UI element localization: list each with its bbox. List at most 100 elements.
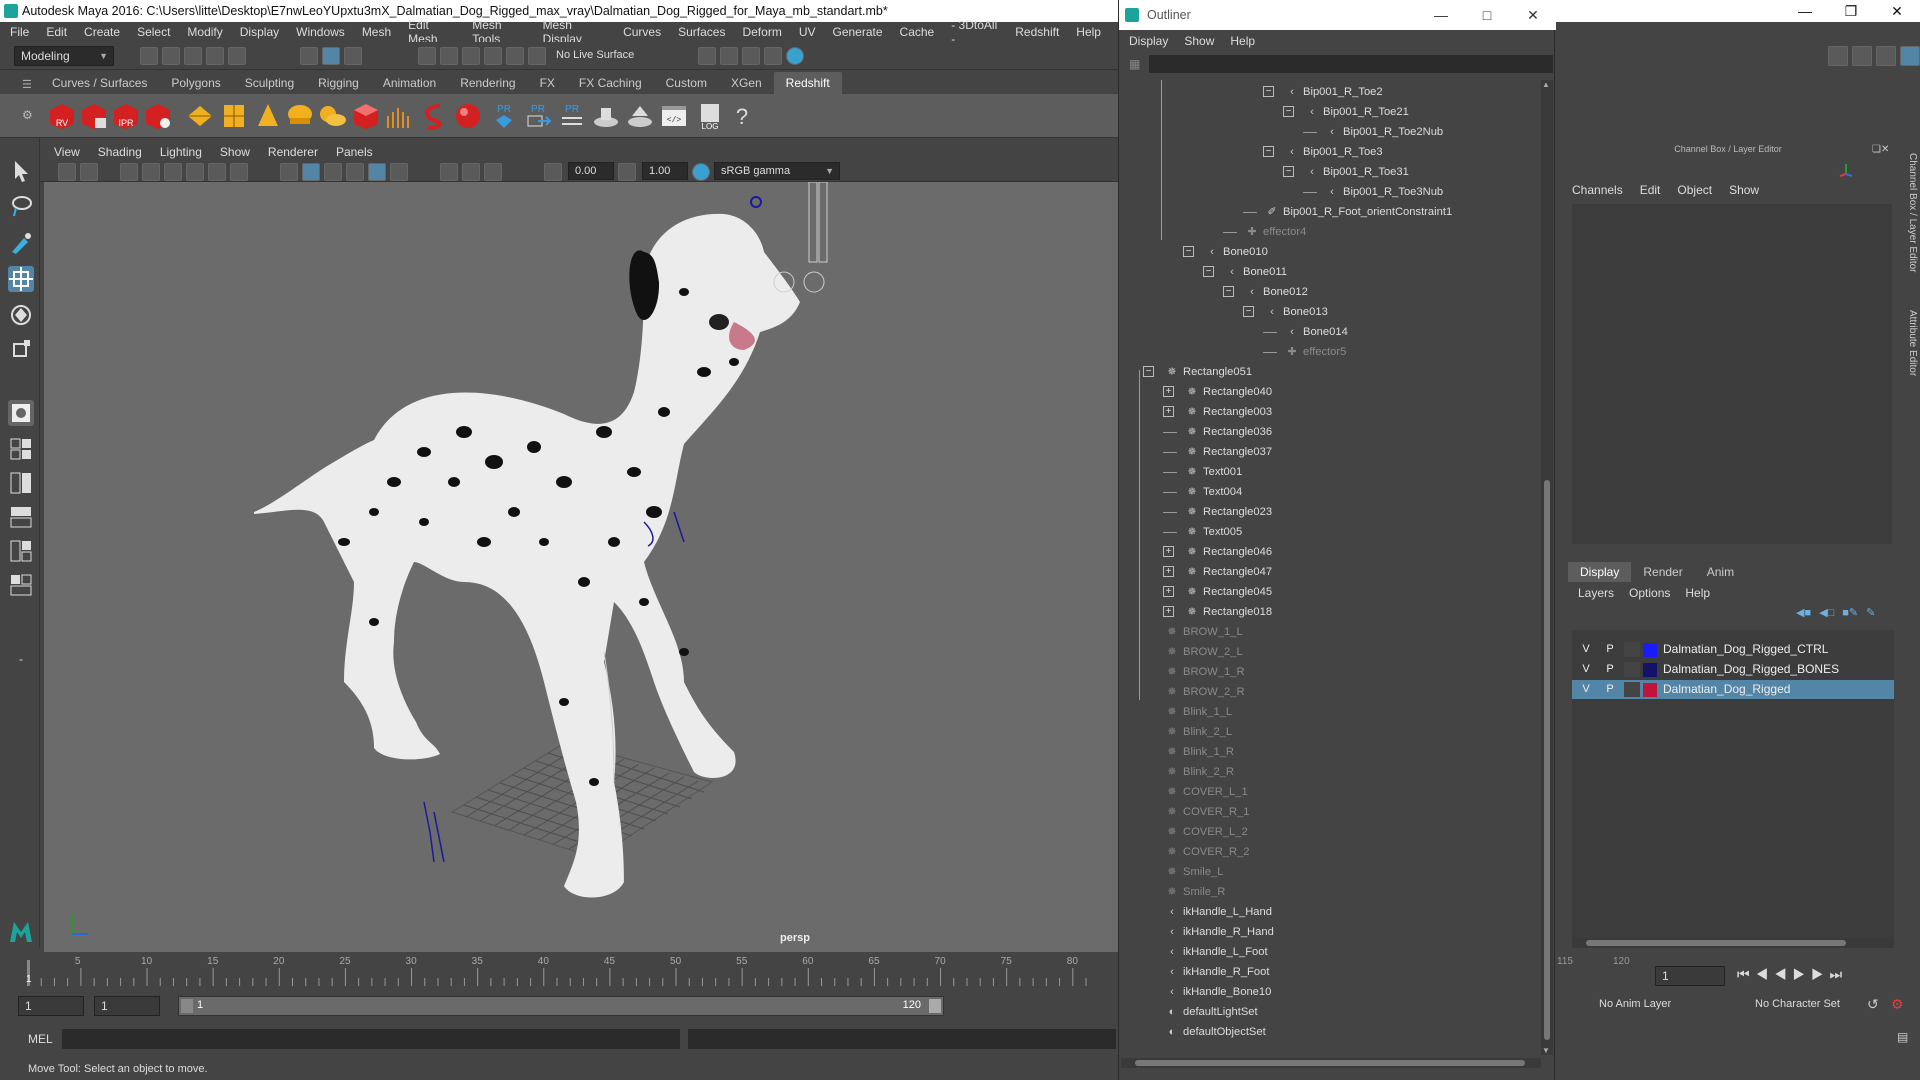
safe-action-icon[interactable] <box>230 163 248 181</box>
outliner-item[interactable]: ✵ Smile_L <box>1165 862 1223 882</box>
shelf-tab-redshift[interactable]: Redshift <box>773 72 842 94</box>
outliner-item[interactable]: ✵ Text001 <box>1185 462 1242 482</box>
outliner-item[interactable]: ✵ Smile_R <box>1165 882 1225 902</box>
toggle-channel-box-icon[interactable] <box>1900 46 1920 66</box>
outliner-menu-show[interactable]: Show <box>1184 34 1214 48</box>
collapse-icon[interactable]: − <box>1223 286 1234 297</box>
open-scene-icon[interactable] <box>162 47 180 65</box>
collapse-icon[interactable]: − <box>1283 106 1294 117</box>
snap-grid-icon[interactable] <box>418 47 436 65</box>
snap-point-icon[interactable] <box>462 47 480 65</box>
layer-menu-options[interactable]: Options <box>1629 586 1670 600</box>
rs-mesh-params-icon[interactable] <box>626 102 654 130</box>
move-tool-icon[interactable] <box>8 266 34 292</box>
move-layer-up-icon[interactable]: ◀■ <box>1796 606 1811 619</box>
channel-menu-channels[interactable]: Channels <box>1572 183 1623 197</box>
auto-key-icon[interactable]: ↺ <box>1867 996 1879 1013</box>
close-icon[interactable]: ✕ <box>1874 0 1920 22</box>
script-language-label[interactable]: MEL <box>28 1032 53 1046</box>
rs-proxy-icon[interactable] <box>352 102 380 130</box>
expand-icon[interactable]: + <box>1163 606 1174 617</box>
menu-help[interactable]: Help <box>1076 25 1101 39</box>
single-layout-icon[interactable] <box>8 400 34 426</box>
layers-scrollbar[interactable] <box>1572 938 1894 948</box>
render-settings-icon[interactable] <box>698 47 716 65</box>
exposure-field[interactable]: 0.00 <box>568 162 614 180</box>
collapse-icon[interactable]: − <box>1183 246 1194 257</box>
range-end-handle[interactable] <box>929 999 941 1013</box>
smooth-shade-icon[interactable] <box>302 163 320 181</box>
scale-tool-icon[interactable] <box>8 336 34 362</box>
outliner-item[interactable]: ✵ Blink_1_L <box>1165 702 1232 722</box>
outliner-scroll-thumb[interactable] <box>1544 480 1550 1040</box>
menu-create[interactable]: Create <box>84 25 120 39</box>
rs-log-icon[interactable]: LOG <box>696 102 724 131</box>
gate-mask-icon[interactable] <box>186 163 204 181</box>
layer-tab-display[interactable]: Display <box>1568 562 1632 582</box>
outliner-layout-icon[interactable] <box>8 504 34 530</box>
expand-icon[interactable]: + <box>1163 386 1174 397</box>
menu-file[interactable]: File <box>10 25 29 39</box>
toggle-attribute-editor-icon[interactable] <box>1852 46 1872 66</box>
color-management-icon[interactable] <box>692 163 710 181</box>
four-view-layout-icon[interactable] <box>8 436 34 462</box>
select-hierarchy-icon[interactable] <box>300 47 318 65</box>
redo-icon[interactable] <box>228 47 246 65</box>
rs-hair-icon[interactable] <box>420 102 448 130</box>
menu-windows[interactable]: Windows <box>296 25 345 39</box>
side-tab-channel-box[interactable]: Channel Box / Layer Editor <box>1900 153 1918 273</box>
layer-visibility-toggle[interactable]: V <box>1578 662 1594 677</box>
field-chart-icon[interactable] <box>208 163 226 181</box>
menu-edit[interactable]: Edit <box>46 25 67 39</box>
render-frame-icon[interactable] <box>720 47 738 65</box>
rotate-tool-icon[interactable] <box>8 302 34 328</box>
rs-pr-export-icon[interactable]: PR <box>524 102 552 130</box>
layer-playback-toggle[interactable]: P <box>1602 682 1618 697</box>
outliner-search-field[interactable] <box>1149 55 1553 73</box>
outliner-item[interactable]: ‹ ikHandle_R_Hand <box>1165 922 1274 942</box>
grid-toggle-icon[interactable] <box>120 163 138 181</box>
outliner-item[interactable]: ✵ BROW_2_L <box>1165 642 1242 662</box>
preferences-icon[interactable]: ⚙ <box>1891 996 1904 1013</box>
layer-menu-help[interactable]: Help <box>1685 586 1710 600</box>
new-layer-selected-icon[interactable]: ✎ <box>1866 606 1875 619</box>
outliner-item[interactable]: ✵ COVER_R_1 <box>1165 802 1249 822</box>
start-time-field[interactable]: 1 <box>18 996 84 1016</box>
shelf-tab-curves-surfaces[interactable]: Curves / Surfaces <box>40 72 159 94</box>
float-panel-icon[interactable]: ❏✕ <box>1872 144 1889 155</box>
expand-icon[interactable]: + <box>1163 406 1174 417</box>
layer-tab-render[interactable]: Render <box>1631 562 1694 582</box>
layer-color-swatch[interactable] <box>1643 643 1657 657</box>
shelf-tab-rigging[interactable]: Rigging <box>306 72 371 94</box>
isolate-select-icon[interactable] <box>440 163 458 181</box>
outliner-item[interactable]: ✵ BROW_2_R <box>1165 682 1244 702</box>
outliner-item[interactable]: ✵ Rectangle046 <box>1185 542 1272 562</box>
outliner-item[interactable]: ✚ effector5 <box>1285 342 1346 362</box>
range-slider-bar[interactable]: 1 120 <box>178 996 944 1016</box>
shelf-tab-fx[interactable]: FX <box>528 72 567 94</box>
wireframe-on-shaded-icon[interactable] <box>324 163 342 181</box>
menu-generate[interactable]: Generate <box>832 25 882 39</box>
outliner-item[interactable]: ‹ Bip001_R_Toe21 <box>1305 102 1409 122</box>
exposure-icon[interactable] <box>544 163 562 181</box>
shelf-tab-xgen[interactable]: XGen <box>719 72 774 94</box>
menu-redshift[interactable]: Redshift <box>1015 25 1059 39</box>
shelf-tab-rendering[interactable]: Rendering <box>448 72 527 94</box>
layer-playback-toggle[interactable]: P <box>1602 662 1618 677</box>
panel-menu-renderer[interactable]: Renderer <box>268 145 318 159</box>
rs-script-editor-icon[interactable]: </> <box>660 102 688 130</box>
menu-mesh[interactable]: Mesh <box>362 25 391 39</box>
panel-menu-show[interactable]: Show <box>220 145 250 159</box>
outliner-menu-help[interactable]: Help <box>1230 34 1255 48</box>
rs-render-view-icon[interactable]: RV <box>48 102 76 130</box>
outliner-item[interactable]: ‹ Bip001_R_Toe31 <box>1305 162 1409 182</box>
channel-menu-edit[interactable]: Edit <box>1640 183 1661 197</box>
move-layer-down-icon[interactable]: ◀□ <box>1819 606 1834 619</box>
layer-display-type-toggle[interactable] <box>1624 642 1640 657</box>
outliner-item[interactable]: ✵ BROW_1_R <box>1165 662 1244 682</box>
outliner-item[interactable]: ✵ Rectangle023 <box>1185 502 1272 522</box>
outliner-item[interactable]: ✵ Rectangle036 <box>1185 422 1272 442</box>
textured-icon[interactable] <box>346 163 364 181</box>
layer-display-type-toggle[interactable] <box>1624 682 1640 697</box>
scroll-up-icon[interactable]: ▲ <box>1542 80 1550 89</box>
